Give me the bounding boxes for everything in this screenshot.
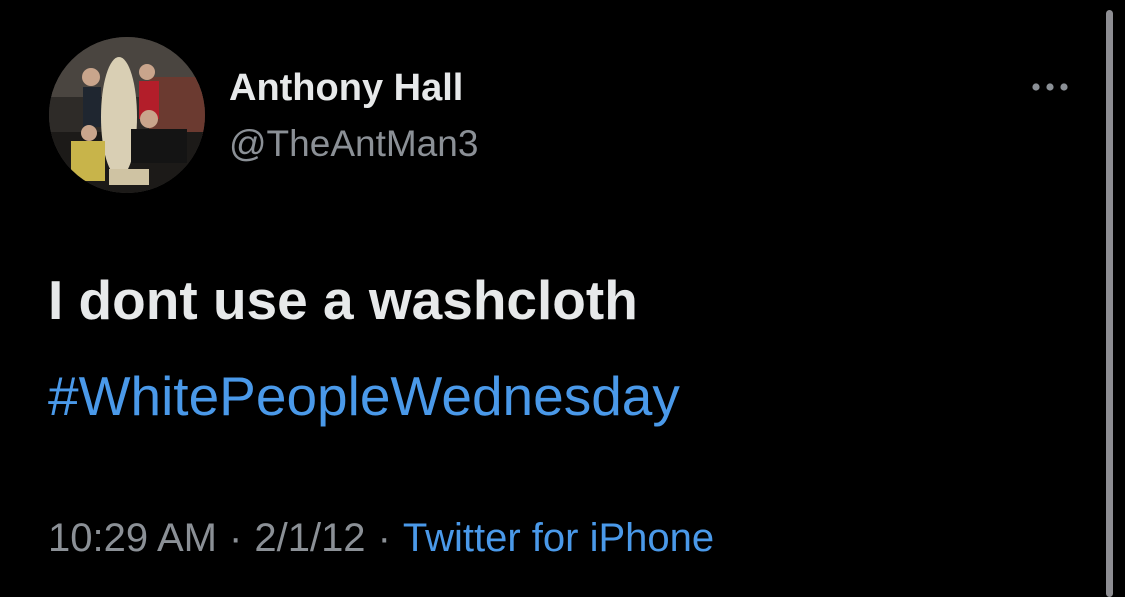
scrollbar[interactable] (1106, 10, 1113, 597)
tweet-time: 10:29 AM (48, 516, 218, 560)
tweet-date: 2/1/12 (254, 516, 366, 560)
tweet-hashtag-link[interactable]: #WhitePeopleWednesday (48, 362, 680, 430)
author-handle[interactable]: @TheAntMan3 (229, 120, 478, 168)
avatar[interactable] (49, 37, 205, 193)
tweet-source-link[interactable]: Twitter for iPhone (403, 516, 714, 560)
meta-separator: · (229, 516, 243, 560)
tweet-meta: 10:29 AM · 2/1/12 · Twitter for iPhone (48, 512, 714, 564)
tweet-card: Anthony Hall @TheAntMan3 I dont use a wa… (0, 0, 1125, 597)
tweet-text: I dont use a washcloth (48, 269, 638, 331)
author-display-name[interactable]: Anthony Hall (229, 64, 463, 112)
more-options-button[interactable] (1026, 70, 1074, 104)
avatar-photo (49, 37, 205, 193)
more-horizontal-icon (1032, 83, 1068, 91)
meta-separator: · (377, 516, 391, 560)
